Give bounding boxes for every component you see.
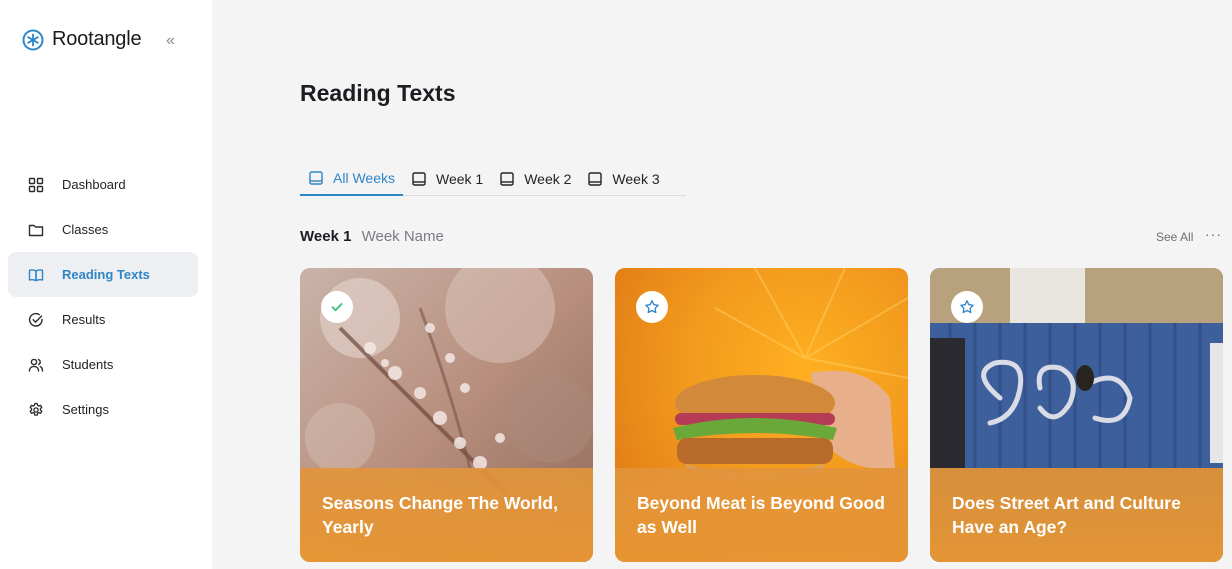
tab-label: All Weeks (333, 170, 395, 186)
card-title: Does Street Art and Culture Have an Age? (952, 493, 1181, 537)
book-icon (499, 171, 515, 187)
sidebar-nav: Dashboard Classes Reading Texts Results … (8, 162, 198, 432)
card-title: Seasons Change The World, Yearly (322, 493, 558, 537)
section-week-name: Week Name (361, 228, 444, 245)
card-title: Beyond Meat is Beyond Good as Well (637, 493, 885, 537)
sidebar-item-settings[interactable]: Settings (8, 387, 198, 432)
sidebar-item-results[interactable]: Results (8, 297, 198, 342)
app-root: Rootangle « Dashboard Classes Reading Te… (0, 0, 1232, 569)
book-icon (308, 170, 324, 186)
tab-week-1[interactable]: Week 1 (403, 162, 491, 195)
tab-week-2[interactable]: Week 2 (491, 162, 579, 195)
star-outline-icon (960, 300, 974, 314)
folder-icon (28, 222, 44, 238)
sidebar-item-dashboard[interactable]: Dashboard (8, 162, 198, 207)
sidebar-item-reading-texts[interactable]: Reading Texts (8, 252, 198, 297)
section-week-label: Week 1 (300, 228, 352, 245)
sidebar-item-label: Settings (62, 402, 109, 417)
more-options-button[interactable]: ··· (1205, 226, 1222, 242)
collapse-sidebar-button[interactable]: « (166, 32, 182, 50)
open-book-icon (28, 267, 44, 283)
completed-badge[interactable] (321, 291, 353, 323)
grid-icon (28, 177, 44, 193)
sidebar-item-label: Results (62, 312, 106, 327)
sidebar-item-classes[interactable]: Classes (8, 207, 198, 252)
favorite-badge[interactable] (951, 291, 983, 323)
sidebar-item-label: Students (62, 357, 114, 372)
sidebar: Rootangle « Dashboard Classes Reading Te… (0, 0, 212, 569)
users-icon (28, 357, 44, 373)
gear-icon (28, 402, 44, 418)
book-icon (587, 171, 603, 187)
sidebar-item-students[interactable]: Students (8, 342, 198, 387)
snowflake-logo-icon (22, 29, 44, 51)
reading-card[interactable]: Does Street Art and Culture Have an Age? (930, 268, 1223, 562)
sidebar-item-label: Reading Texts (62, 267, 150, 282)
star-outline-icon (645, 300, 659, 314)
check-circle-icon (28, 312, 44, 328)
favorite-badge[interactable] (636, 291, 668, 323)
week-tabs: All Weeks Week 1 Week 2 Week 3 (300, 162, 686, 196)
tab-label: Week 1 (435, 170, 484, 187)
tab-all-weeks[interactable]: All Weeks (300, 162, 403, 196)
see-all-link[interactable]: See All (1156, 230, 1193, 244)
reading-card[interactable]: Beyond Meat is Beyond Good as Well (615, 268, 908, 562)
book-icon (411, 171, 427, 187)
tab-week-3[interactable]: Week 3 (579, 162, 667, 195)
check-icon (331, 303, 343, 312)
section-heading: Week 1 Week Name (300, 228, 444, 245)
reading-card[interactable]: Seasons Change The World, Yearly (300, 268, 593, 562)
sidebar-item-label: Classes (62, 222, 109, 237)
brand[interactable]: Rootangle (22, 28, 142, 51)
tab-label: Week 2 (524, 170, 572, 187)
sidebar-item-label: Dashboard (62, 177, 126, 192)
page-title: Reading Texts (300, 80, 456, 106)
tab-label: Week 3 (612, 170, 660, 187)
brand-name: Rootangle (52, 28, 142, 50)
